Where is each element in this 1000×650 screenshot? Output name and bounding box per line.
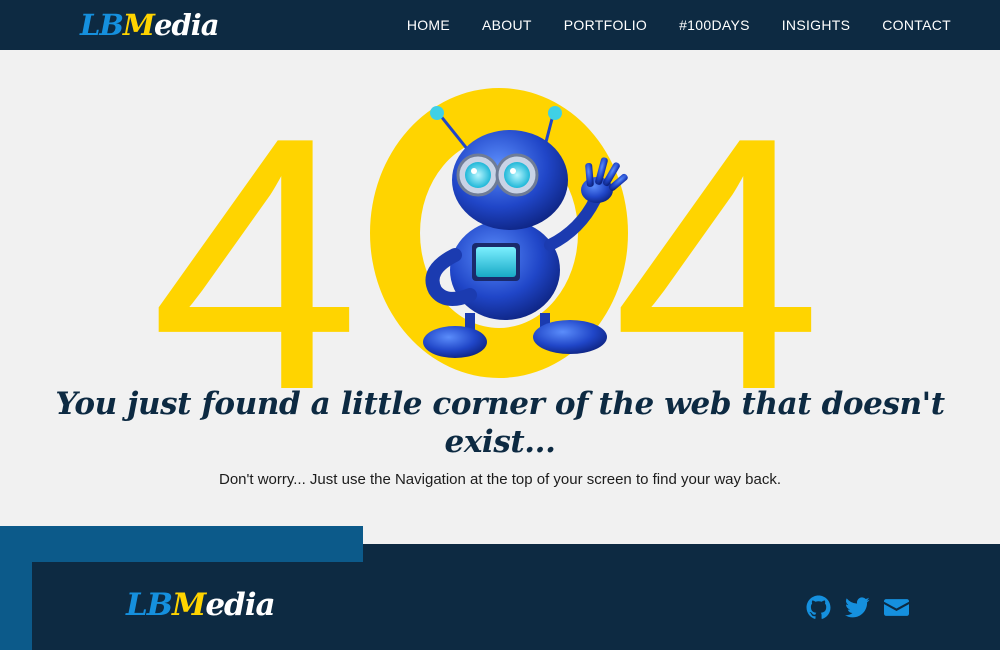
footer-logo[interactable]: LBMedia: [126, 585, 276, 625]
twitter-icon[interactable]: [845, 595, 870, 620]
site-header: LBMedia HOME ABOUT PORTFOLIO #100DAYS IN…: [0, 0, 1000, 50]
robot-mascot-illustration: [423, 106, 628, 358]
logo-rest: edia: [154, 8, 220, 42]
error-404-graphic: 4 4: [0, 50, 1000, 444]
logo-m: M: [122, 8, 155, 42]
nav-about[interactable]: ABOUT: [482, 17, 532, 33]
error-heading-line2: exist...: [444, 424, 556, 460]
error-heading: You just found a little corner of the we…: [0, 385, 1000, 461]
nav-home[interactable]: HOME: [407, 17, 450, 33]
logo-lb: LB: [80, 8, 124, 42]
footer-logo-lb: LB: [126, 587, 173, 623]
envelope-icon[interactable]: [884, 595, 909, 620]
header-logo[interactable]: LBMedia: [80, 7, 220, 43]
footer-logo-rest: edia: [205, 587, 275, 623]
github-icon[interactable]: [806, 595, 831, 620]
nav-contact[interactable]: CONTACT: [882, 17, 951, 33]
nav-portfolio[interactable]: PORTFOLIO: [564, 17, 647, 33]
error-heading-line1: You just found a little corner of the we…: [55, 386, 945, 422]
nav-insights[interactable]: INSIGHTS: [782, 17, 851, 33]
error-subtext: Don't worry... Just use the Navigation a…: [218, 471, 782, 488]
social-links: [806, 595, 909, 620]
nav-100days[interactable]: #100DAYS: [679, 17, 750, 33]
main-nav: HOME ABOUT PORTFOLIO #100DAYS INSIGHTS C…: [407, 0, 951, 50]
footer-logo-m: M: [172, 587, 206, 623]
